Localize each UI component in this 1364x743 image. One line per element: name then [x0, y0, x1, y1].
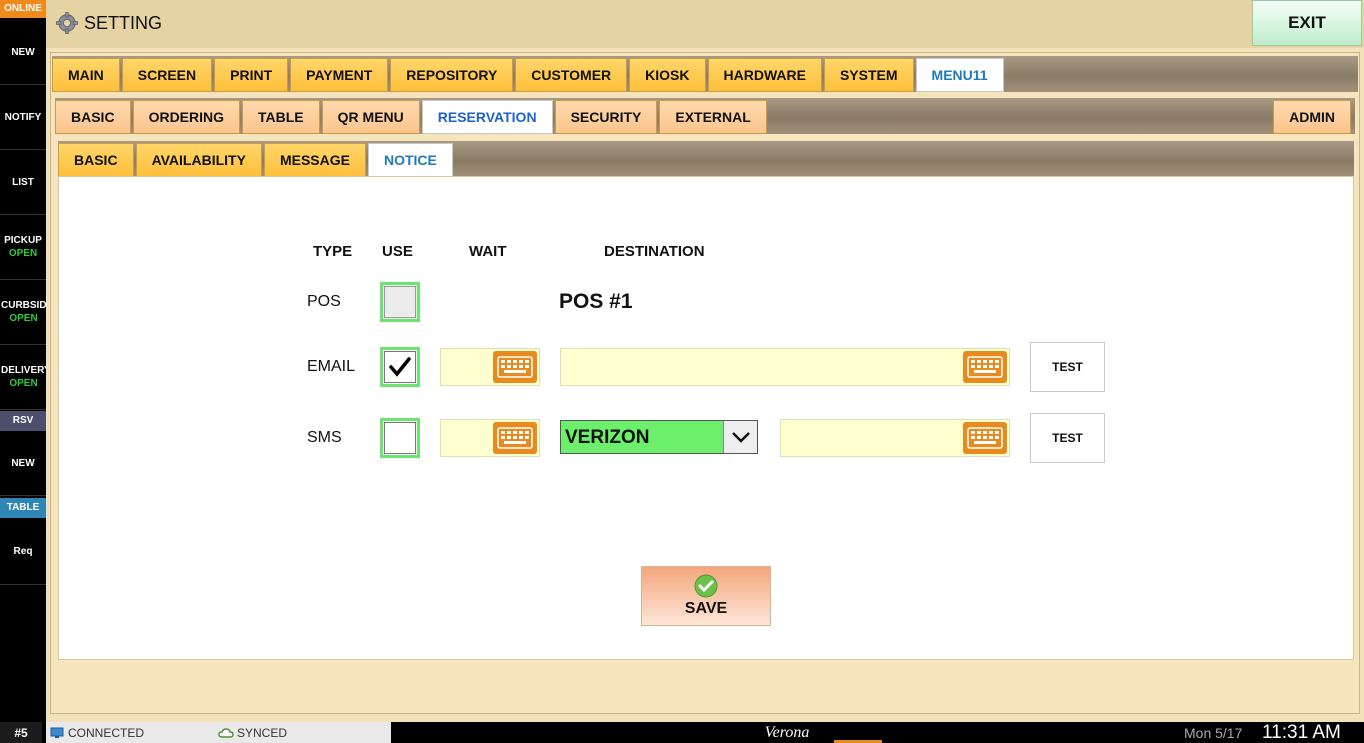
connection-status: CONNECTED [46, 722, 216, 743]
sidebar: ONLINE NEW NOTIFY LIST PICKUP OPEN CURBS… [0, 0, 46, 722]
tab-repository[interactable]: REPOSITORY [390, 58, 514, 92]
tab-table[interactable]: TABLE [242, 100, 320, 134]
tab-admin[interactable]: ADMIN [1273, 100, 1351, 134]
sms-test-button[interactable]: TEST [1030, 413, 1105, 463]
sync-status: SYNCED [216, 722, 391, 743]
sidebar-item-pickup[interactable]: PICKUP OPEN [0, 215, 46, 280]
sidebar-item-status: OPEN [9, 378, 38, 389]
exit-button[interactable]: EXIT [1252, 0, 1362, 46]
station-number: #5 [0, 722, 42, 743]
tab-screen[interactable]: SCREEN [121, 58, 213, 92]
sidebar-item-label: CURBSIDE [1, 300, 46, 311]
checkbox-box [384, 286, 416, 318]
tab-reservation[interactable]: RESERVATION [421, 100, 553, 134]
keyboard-icon[interactable] [493, 351, 537, 383]
sidebar-item-rsv-new[interactable]: NEW [0, 432, 46, 496]
sidebar-item-label: NEW [11, 458, 35, 469]
email-destination-field[interactable] [560, 348, 1010, 386]
sidebar-item-label: DELIVERY [1, 365, 46, 376]
cloud-icon [218, 727, 234, 738]
pos-destination: POS #1 [559, 290, 633, 313]
sidebar-item-curbside[interactable]: CURBSIDE OPEN [0, 280, 46, 345]
tab-customer[interactable]: CUSTOMER [515, 58, 628, 92]
main-tab-bar: MAIN SCREEN PRINT PAYMENT REPOSITORY CUS… [52, 56, 1358, 92]
keyboard-icon[interactable] [963, 351, 1007, 383]
sidebar-item-notify[interactable]: NOTIFY [0, 85, 46, 150]
tab-hardware[interactable]: HARDWARE [707, 58, 822, 92]
status-clock: 11:31 AM [1262, 721, 1341, 743]
sidebar-item-req[interactable]: Req [0, 519, 46, 585]
tab-main[interactable]: MAIN [52, 58, 120, 92]
sidebar-item-status: OPEN [9, 313, 38, 324]
sidebar-item-status: OPEN [8, 248, 38, 259]
sync-status-label: SYNCED [237, 725, 288, 740]
sms-destination-field[interactable] [780, 419, 1010, 457]
keyboard-icon[interactable] [493, 422, 537, 454]
app-header: SETTING EXIT [46, 0, 1364, 48]
column-header-wait: WAIT [469, 243, 507, 260]
table-section-header: TABLE [0, 498, 46, 518]
sidebar-item-label: NOTIFY [4, 111, 42, 123]
sidebar-item-label: LIST [12, 176, 34, 188]
tab-external[interactable]: EXTERNAL [659, 100, 767, 134]
status-bar: #5 CONNECTED SYNCED Verona Mon 5/17 11:3… [0, 722, 1364, 743]
rsv-section-header: RSV [0, 411, 46, 431]
page-title: SETTING [84, 13, 163, 33]
sms-carrier-value: VERIZON [565, 427, 650, 448]
row-label-sms: SMS [307, 429, 342, 446]
store-name: Verona [764, 723, 810, 741]
sms-wait-field[interactable] [440, 419, 540, 457]
tab-security[interactable]: SECURITY [554, 100, 658, 134]
checkbox-box [384, 422, 416, 454]
column-header-type: TYPE [313, 243, 353, 260]
sidebar-item-new[interactable]: NEW [0, 20, 46, 85]
tab-availability[interactable]: AVAILABILITY [135, 143, 262, 177]
monitor-icon [50, 727, 64, 738]
chevron-down-icon[interactable] [723, 421, 757, 453]
pos-use-checkbox[interactable] [380, 282, 420, 322]
notice-settings-panel: TYPE USE WAIT DESTINATION POS POS #1 EMA… [58, 176, 1354, 660]
row-label-email: EMAIL [307, 358, 356, 375]
status-date: Mon 5/17 [1184, 724, 1243, 741]
sub-tab-bar: BASIC ORDERING TABLE QR MENU RESERVATION… [55, 98, 1355, 134]
keyboard-icon[interactable] [963, 422, 1007, 454]
tab-message[interactable]: MESSAGE [263, 143, 366, 177]
tab-system[interactable]: SYSTEM [823, 58, 914, 92]
tab-menu11[interactable]: MENU11 [915, 58, 1004, 92]
checkbox-box [384, 351, 416, 383]
email-test-button[interactable]: TEST [1030, 342, 1105, 392]
checkmark-icon [389, 357, 411, 377]
save-button-label: SAVE [684, 600, 728, 617]
sidebar-item-list[interactable]: LIST [0, 150, 46, 215]
gear-icon [56, 12, 78, 34]
sidebar-item-delivery[interactable]: DELIVERY OPEN [0, 345, 46, 410]
tab-notice[interactable]: NOTICE [367, 143, 453, 177]
tab-qr-menu[interactable]: QR MENU [321, 100, 420, 134]
sidebar-item-label: NEW [11, 46, 35, 58]
row-label-pos: POS [307, 293, 341, 310]
tab-basic[interactable]: BASIC [55, 100, 131, 134]
column-header-destination: DESTINATION [604, 243, 705, 260]
save-button[interactable]: SAVE [641, 566, 771, 626]
tab-kiosk[interactable]: KIOSK [629, 58, 706, 92]
sms-use-checkbox[interactable] [380, 418, 420, 458]
tab-basic[interactable]: BASIC [58, 143, 134, 177]
email-use-checkbox[interactable] [380, 347, 420, 387]
reservation-tab-bar: BASIC AVAILABILITY MESSAGE NOTICE [58, 141, 1354, 177]
online-status-badge: ONLINE [0, 0, 46, 18]
sidebar-item-label: Req [13, 546, 33, 557]
sidebar-item-label: PICKUP [4, 235, 42, 246]
tab-print[interactable]: PRINT [214, 58, 289, 92]
tab-payment[interactable]: PAYMENT [290, 58, 389, 92]
sms-carrier-select[interactable]: VERIZON [560, 420, 758, 454]
check-circle-icon [694, 574, 718, 598]
connection-status-label: CONNECTED [68, 725, 145, 740]
tab-ordering[interactable]: ORDERING [132, 100, 241, 134]
column-header-use: USE [382, 243, 413, 260]
email-wait-field[interactable] [440, 348, 540, 386]
